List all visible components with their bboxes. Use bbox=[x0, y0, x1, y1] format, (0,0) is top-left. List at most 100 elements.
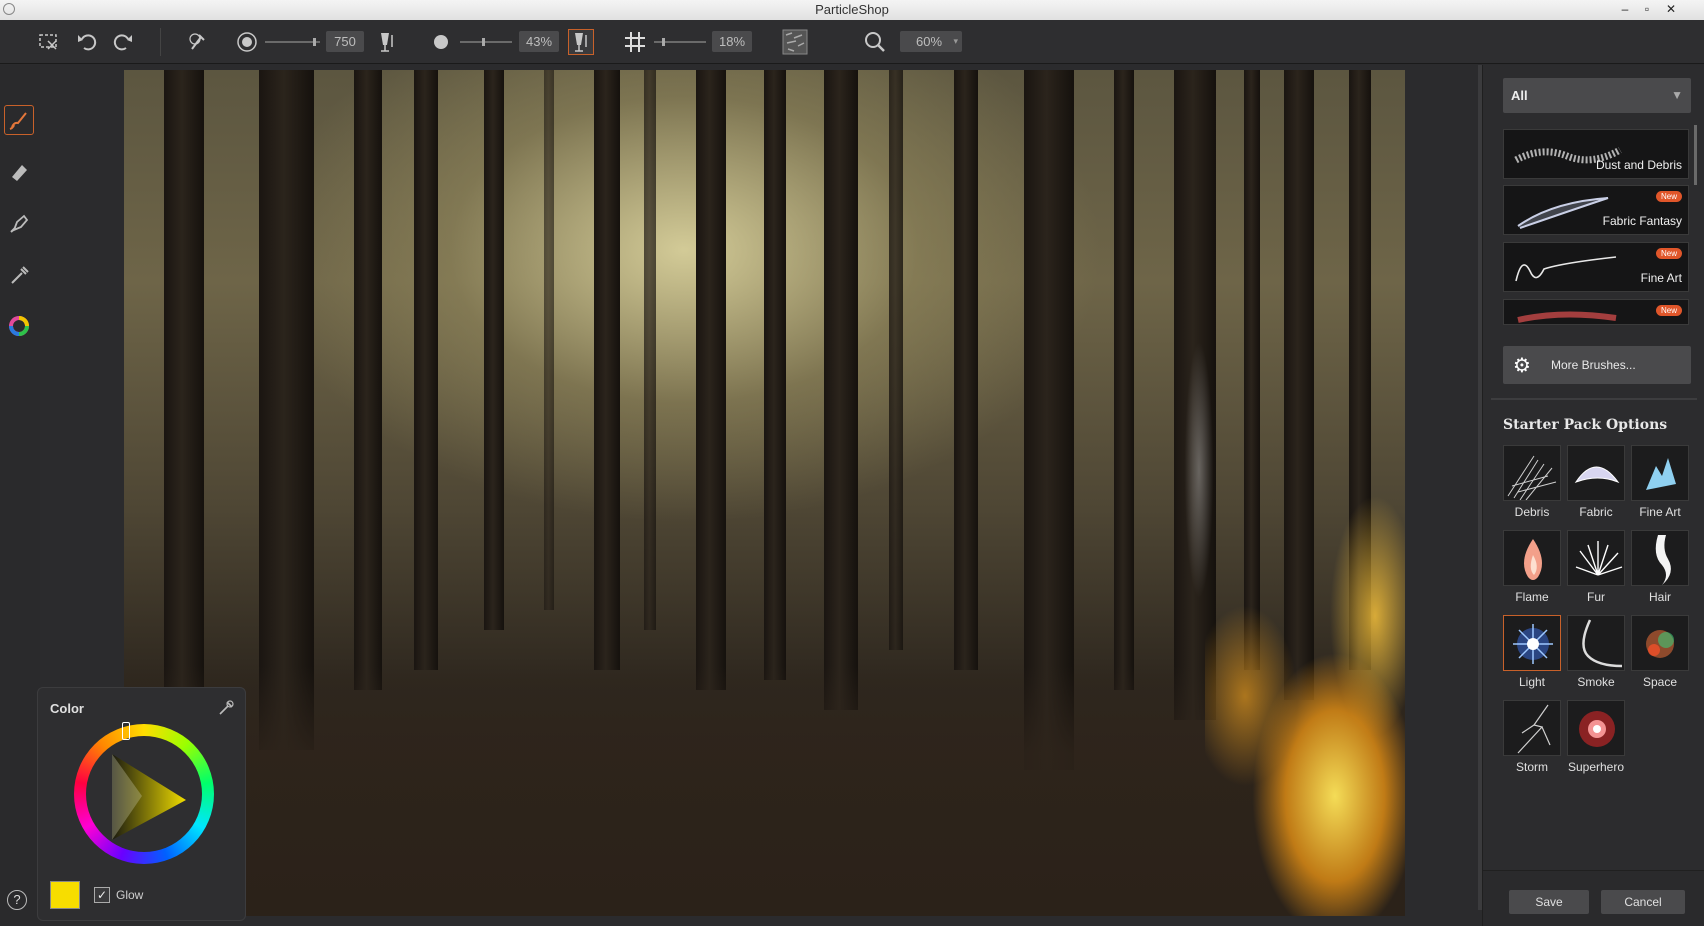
color-wheel-center bbox=[86, 736, 202, 852]
glow-label: Glow bbox=[116, 888, 144, 902]
canvas-art bbox=[1024, 70, 1074, 770]
option-label: Fur bbox=[1587, 590, 1605, 604]
brush-list-scrollbar[interactable] bbox=[1694, 125, 1697, 185]
grain-slider[interactable] bbox=[654, 38, 706, 46]
brush-item-label: Dust and Debris bbox=[1595, 158, 1682, 172]
color-wheel-icon[interactable] bbox=[4, 311, 34, 341]
size-slider-knob[interactable] bbox=[313, 38, 316, 46]
fur-thumbnail bbox=[1567, 530, 1625, 586]
close-button[interactable]: ✕ bbox=[1662, 1, 1680, 17]
hue-handle[interactable] bbox=[122, 722, 130, 740]
undo-icon[interactable] bbox=[74, 30, 100, 54]
redo-icon[interactable] bbox=[110, 30, 136, 54]
option-smoke[interactable]: Smoke bbox=[1567, 615, 1625, 691]
grid-icon bbox=[622, 30, 648, 54]
more-brushes-label: More Brushes... bbox=[1551, 358, 1636, 372]
size-pressure-icon[interactable] bbox=[374, 29, 400, 55]
hue-ring[interactable] bbox=[74, 722, 214, 864]
brush-tool-icon[interactable] bbox=[4, 105, 34, 135]
fine-art-thumbnail bbox=[1631, 445, 1689, 501]
brush-item-partial[interactable]: New bbox=[1503, 299, 1689, 325]
brush-reset-icon[interactable] bbox=[185, 30, 211, 54]
maximize-button[interactable]: ▫ bbox=[1638, 1, 1656, 17]
opacity-slider[interactable] bbox=[460, 38, 512, 46]
option-space[interactable]: Space bbox=[1631, 615, 1689, 691]
eraser-tool-icon[interactable] bbox=[4, 157, 34, 187]
current-color-swatch[interactable] bbox=[50, 881, 80, 909]
zoom-icon bbox=[862, 30, 888, 54]
fabric-thumbnail bbox=[1567, 445, 1625, 501]
canvas-art bbox=[954, 70, 978, 670]
help-button[interactable]: ? bbox=[7, 890, 27, 910]
chevron-down-icon: ▼ bbox=[1671, 88, 1683, 102]
brush-category-dropdown[interactable]: All ▼ bbox=[1503, 78, 1691, 113]
option-light[interactable]: Light bbox=[1503, 615, 1561, 691]
grain-slider-knob[interactable] bbox=[662, 38, 665, 46]
space-thumbnail bbox=[1631, 615, 1689, 671]
brush-panel: All ▼ Dust and Debris New Fabric Fantasy… bbox=[1482, 65, 1704, 926]
deselect-icon[interactable] bbox=[36, 30, 62, 54]
brush-item-fabric-fantasy[interactable]: New Fabric Fantasy bbox=[1503, 185, 1689, 235]
canvas-art bbox=[544, 70, 554, 610]
cancel-button[interactable]: Cancel bbox=[1601, 890, 1685, 914]
brush-item-dust-and-debris[interactable]: Dust and Debris bbox=[1503, 129, 1689, 179]
title-bar: ParticleShop – ▫ ✕ bbox=[0, 0, 1704, 20]
brush-item-label: Fabric Fantasy bbox=[1602, 214, 1682, 228]
brush-item-label: Fine Art bbox=[1640, 271, 1682, 285]
color-panel: Color ✓ Glow bbox=[37, 687, 246, 921]
brush-preview bbox=[1515, 256, 1617, 282]
option-label: Fine Art bbox=[1639, 505, 1681, 519]
size-value[interactable]: 750 bbox=[326, 31, 364, 52]
image-canvas[interactable] bbox=[124, 70, 1405, 916]
canvas-art bbox=[1114, 70, 1134, 690]
opacity-pressure-icon[interactable] bbox=[568, 29, 594, 55]
option-superhero[interactable]: Superhero bbox=[1567, 700, 1625, 776]
canvas-art bbox=[354, 70, 382, 690]
brush-category-value: All bbox=[1511, 88, 1528, 103]
option-debris[interactable]: Debris bbox=[1503, 445, 1561, 521]
minimize-button[interactable]: – bbox=[1616, 1, 1634, 17]
canvas-art bbox=[889, 70, 903, 650]
smudge-tool-icon[interactable] bbox=[4, 208, 34, 238]
canvas-art bbox=[594, 70, 620, 670]
eyedropper-tool-icon[interactable] bbox=[4, 260, 34, 290]
brush-size-icon bbox=[234, 30, 260, 54]
opacity-value[interactable]: 43% bbox=[519, 31, 559, 52]
option-fabric[interactable]: Fabric bbox=[1567, 445, 1625, 521]
zoom-value: 60% bbox=[916, 34, 943, 49]
canvas-art bbox=[696, 70, 726, 690]
option-hair[interactable]: Hair bbox=[1631, 530, 1689, 606]
size-slider[interactable] bbox=[265, 38, 320, 46]
option-fur[interactable]: Fur bbox=[1567, 530, 1625, 606]
grain-value[interactable]: 18% bbox=[712, 31, 752, 52]
toolbar-separator bbox=[160, 28, 161, 56]
window-title: ParticleShop bbox=[815, 2, 889, 17]
canvas-art bbox=[414, 70, 438, 670]
storm-thumbnail bbox=[1503, 700, 1561, 756]
texture-icon[interactable] bbox=[782, 29, 808, 55]
light-thumbnail bbox=[1503, 615, 1561, 671]
option-flame[interactable]: Flame bbox=[1503, 530, 1561, 606]
brush-item-fine-art[interactable]: New Fine Art bbox=[1503, 242, 1689, 292]
option-storm[interactable]: Storm bbox=[1503, 700, 1561, 776]
save-button[interactable]: Save bbox=[1509, 890, 1589, 914]
color-picker-icon[interactable] bbox=[217, 699, 235, 720]
glow-checkbox[interactable]: ✓ bbox=[94, 887, 110, 903]
canvas-art bbox=[644, 70, 656, 630]
flame-thumbnail bbox=[1503, 530, 1561, 586]
zoom-dropdown[interactable]: 60% ▾ bbox=[900, 31, 962, 52]
opacity-slider-knob[interactable] bbox=[482, 38, 485, 46]
canvas-art bbox=[484, 70, 504, 630]
option-fine-art[interactable]: Fine Art bbox=[1631, 445, 1689, 521]
more-brushes-button[interactable]: ⚙ More Brushes... bbox=[1503, 346, 1691, 384]
chevron-down-icon: ▾ bbox=[953, 36, 958, 46]
option-label: Fabric bbox=[1579, 505, 1613, 519]
debris-thumbnail bbox=[1503, 445, 1561, 501]
superhero-thumbnail bbox=[1567, 700, 1625, 756]
smoke-thumbnail bbox=[1567, 615, 1625, 671]
saturation-triangle[interactable] bbox=[86, 736, 202, 852]
option-label: Debris bbox=[1514, 505, 1550, 519]
canvas-art bbox=[824, 70, 858, 710]
new-badge: New bbox=[1655, 248, 1682, 259]
particleshop-app: ParticleShop – ▫ ✕ 750 43% 18% 60% ▾ ? C… bbox=[0, 0, 1704, 926]
